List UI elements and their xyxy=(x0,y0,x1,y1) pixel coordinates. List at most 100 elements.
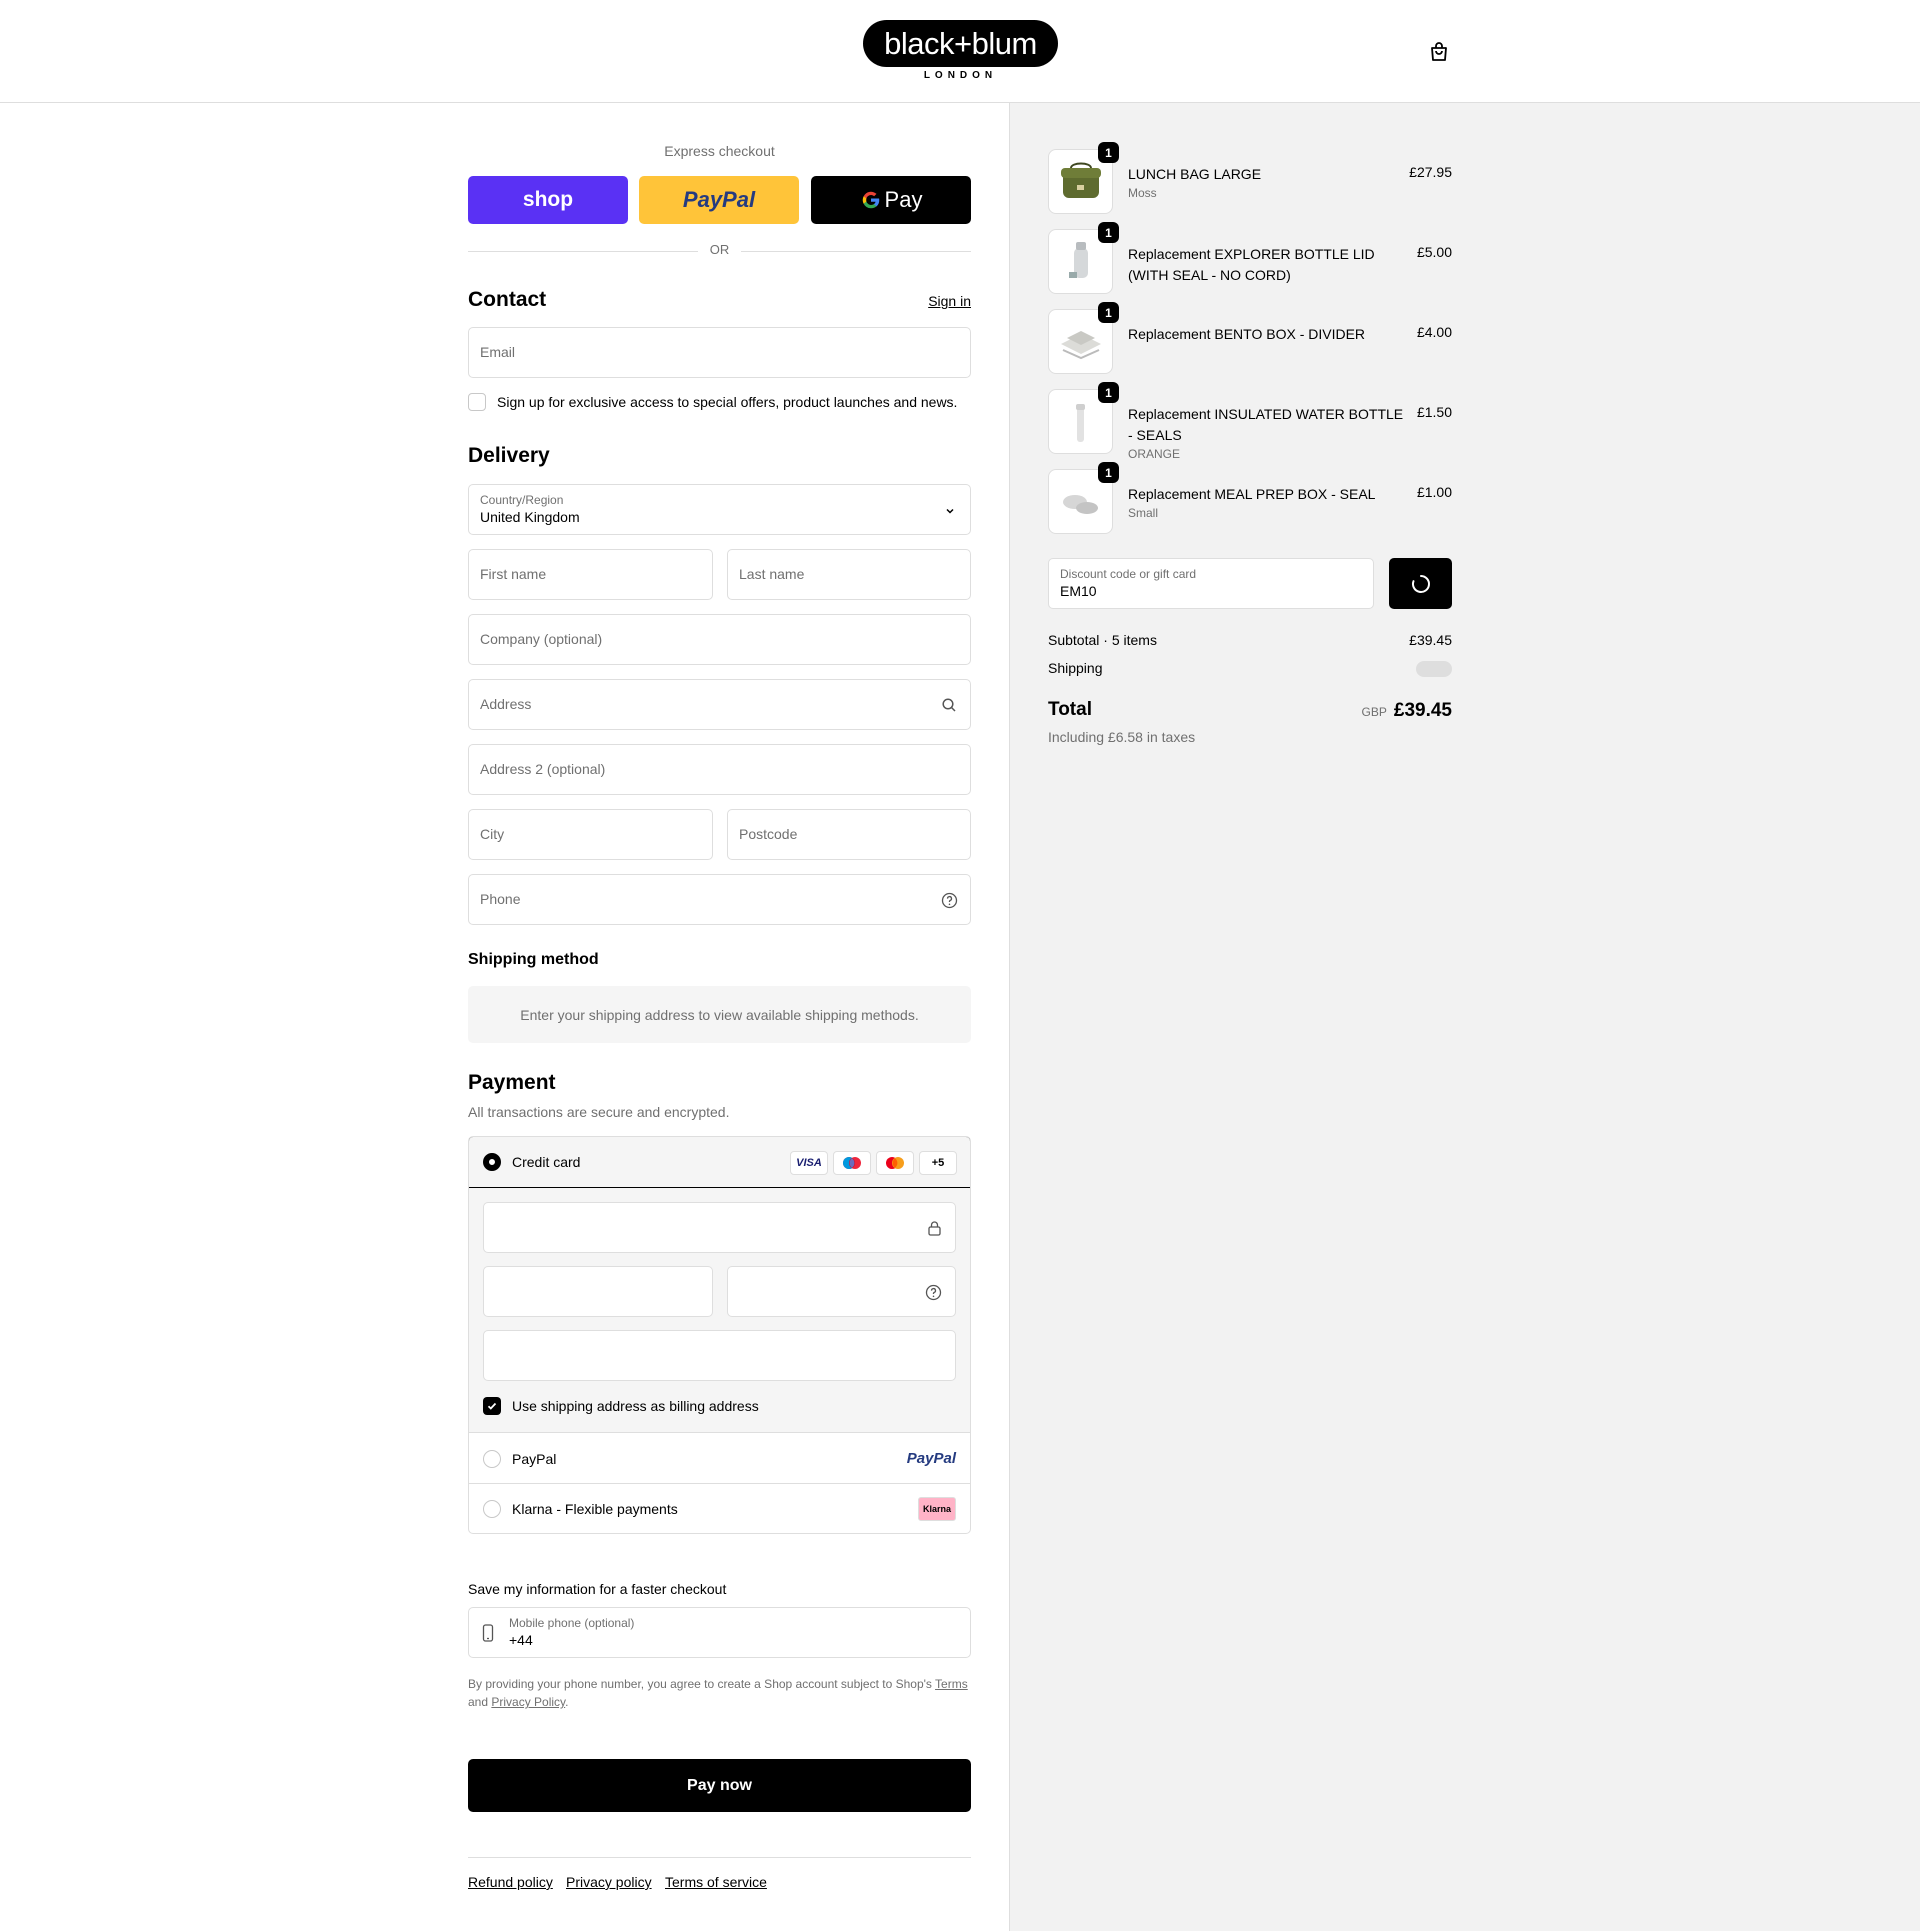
country-value: United Kingdom xyxy=(480,509,580,525)
quantity-badge: 1 xyxy=(1098,462,1119,483)
first-name-placeholder: First name xyxy=(480,566,547,582)
save-info-heading: Save my information for a faster checkou… xyxy=(468,1581,727,1597)
chevron-down-icon xyxy=(946,508,954,514)
klarna-option[interactable]: Klarna - Flexible payments Klarna xyxy=(469,1484,970,1533)
mobile-phone-icon xyxy=(482,1624,494,1642)
shipping-label: Shipping xyxy=(1048,660,1103,676)
pay-now-button[interactable]: Pay now xyxy=(468,1759,971,1812)
paypal-option[interactable]: PayPal PayPal xyxy=(469,1434,970,1484)
subtotal-value: £39.45 xyxy=(1409,632,1452,648)
logo-subtitle: LONDON xyxy=(923,70,998,81)
google-pay-button[interactable]: Pay xyxy=(811,176,971,224)
expiry-date-field[interactable] xyxy=(483,1266,713,1317)
sign-in-link[interactable]: Sign in xyxy=(928,293,971,309)
mobile-phone-field[interactable]: Mobile phone (optional) +44 xyxy=(468,1607,971,1658)
klarna-radio[interactable] xyxy=(483,1500,501,1518)
visa-icon: VISA xyxy=(790,1151,828,1175)
apply-discount-button[interactable] xyxy=(1389,558,1452,609)
tax-note: Including £6.58 in taxes xyxy=(1048,729,1196,745)
google-g-icon xyxy=(862,191,879,209)
item-name: Replacement INSULATED WATER BOTTLE - SEA… xyxy=(1128,406,1404,443)
credit-card-option[interactable]: Credit card VISA +5 xyxy=(469,1137,970,1188)
google-pay-label: Pay xyxy=(884,187,923,212)
shipping-loading-placeholder xyxy=(1416,661,1452,677)
klarna-label: Klarna - Flexible payments xyxy=(512,1501,678,1517)
klarna-logo: Klarna xyxy=(918,1497,956,1521)
name-on-card-field[interactable] xyxy=(483,1330,956,1381)
billing-address-label: Use shipping address as billing address xyxy=(512,1398,759,1414)
shipping-method-heading: Shipping method xyxy=(468,951,599,968)
discount-code-field[interactable]: Discount code or gift card EM10 xyxy=(1048,558,1374,609)
shop-terms-link[interactable]: Terms xyxy=(935,1677,968,1691)
postcode-field[interactable]: Postcode xyxy=(727,809,971,860)
item-variant: Small xyxy=(1128,506,1159,520)
address2-placeholder: Address 2 (optional) xyxy=(480,761,606,777)
maestro-icon xyxy=(833,1151,871,1175)
klarna-logo-text: Klarna xyxy=(922,1504,951,1514)
help-circle-icon[interactable] xyxy=(925,1284,942,1301)
item-price: £1.00 xyxy=(1416,484,1452,500)
item-price: £5.00 xyxy=(1416,244,1452,260)
refund-policy-link[interactable]: Refund policy xyxy=(468,1874,553,1890)
mobile-phone-label: Mobile phone (optional) xyxy=(509,1616,635,1630)
phone-field[interactable]: Phone xyxy=(468,874,971,925)
help-circle-icon[interactable] xyxy=(941,892,958,909)
cart-item: 1 Replacement BENTO BOX - DIVIDER £4.00 xyxy=(1048,302,1452,375)
shop-pay-button[interactable]: shop xyxy=(468,176,628,224)
last-name-field[interactable]: Last name xyxy=(727,549,971,600)
logo-text: black+blum xyxy=(884,25,1037,61)
credit-card-radio[interactable] xyxy=(483,1153,501,1171)
paypal-express-label: PayPal xyxy=(682,187,756,212)
item-price: £4.00 xyxy=(1416,324,1452,340)
quantity-badge: 1 xyxy=(1098,222,1119,243)
brand-logo[interactable]: black+blum xyxy=(863,20,1058,67)
or-divider: OR xyxy=(468,242,971,257)
item-variant: Moss xyxy=(1128,186,1157,200)
lock-icon xyxy=(928,1221,941,1236)
paypal-express-button[interactable]: PayPal xyxy=(639,176,799,224)
shipping-method-notice: Enter your shipping address to view avai… xyxy=(468,986,971,1043)
phone-placeholder: Phone xyxy=(480,891,521,907)
mastercard-icon xyxy=(876,1151,914,1175)
company-field[interactable]: Company (optional) xyxy=(468,614,971,665)
country-select[interactable]: Country/Region United Kingdom xyxy=(468,484,971,535)
checkmark-icon xyxy=(487,1402,497,1410)
item-variant: ORANGE xyxy=(1128,447,1181,461)
credit-card-form: Use shipping address as billing address xyxy=(469,1188,970,1433)
paypal-label: PayPal xyxy=(512,1451,557,1467)
cart-item: 1 LUNCH BAG LARGE Moss £27.95 xyxy=(1048,142,1452,215)
express-checkout-title: Express checkout xyxy=(664,143,775,159)
card-number-field[interactable] xyxy=(483,1202,956,1253)
shop-privacy-link[interactable]: Privacy Policy xyxy=(491,1695,565,1709)
more-cards-badge: +5 xyxy=(919,1151,957,1175)
item-name: Replacement BENTO BOX - DIVIDER xyxy=(1128,326,1366,342)
discount-label: Discount code or gift card xyxy=(1060,567,1197,581)
paypal-radio[interactable] xyxy=(483,1450,501,1468)
payment-heading: Payment xyxy=(468,1071,556,1094)
total-amount: GBP £39.45 xyxy=(1362,700,1452,722)
email-field[interactable]: Email xyxy=(468,327,971,378)
first-name-field[interactable]: First name xyxy=(468,549,713,600)
item-name: Replacement MEAL PREP BOX - SEAL xyxy=(1128,486,1376,502)
cart-item: 1 Replacement MEAL PREP BOX - SEAL Small… xyxy=(1048,462,1452,535)
address-field[interactable]: Address xyxy=(468,679,971,730)
discount-value: EM10 xyxy=(1060,583,1097,599)
shipping-notice-text: Enter your shipping address to view avai… xyxy=(520,1006,919,1023)
paypal-logo: PayPal xyxy=(906,1450,956,1467)
city-placeholder: City xyxy=(480,826,505,842)
address2-field[interactable]: Address 2 (optional) xyxy=(468,744,971,795)
privacy-policy-link[interactable]: Privacy policy xyxy=(566,1874,652,1890)
security-code-field[interactable] xyxy=(727,1266,956,1317)
cart-item: 1 Replacement EXPLORER BOTTLE LID (WITH … xyxy=(1048,222,1452,295)
delivery-heading: Delivery xyxy=(468,444,550,467)
quantity-badge: 1 xyxy=(1098,382,1119,403)
shopping-bag-icon[interactable] xyxy=(1427,40,1451,64)
total-label: Total xyxy=(1048,699,1092,720)
country-label: Country/Region xyxy=(480,493,564,507)
order-summary-panel xyxy=(1009,103,1920,1931)
billing-address-checkbox[interactable] xyxy=(483,1397,501,1415)
total-value: £39.45 xyxy=(1393,700,1452,721)
terms-of-service-link[interactable]: Terms of service xyxy=(665,1874,767,1890)
newsletter-checkbox[interactable] xyxy=(468,393,486,411)
city-field[interactable]: City xyxy=(468,809,713,860)
